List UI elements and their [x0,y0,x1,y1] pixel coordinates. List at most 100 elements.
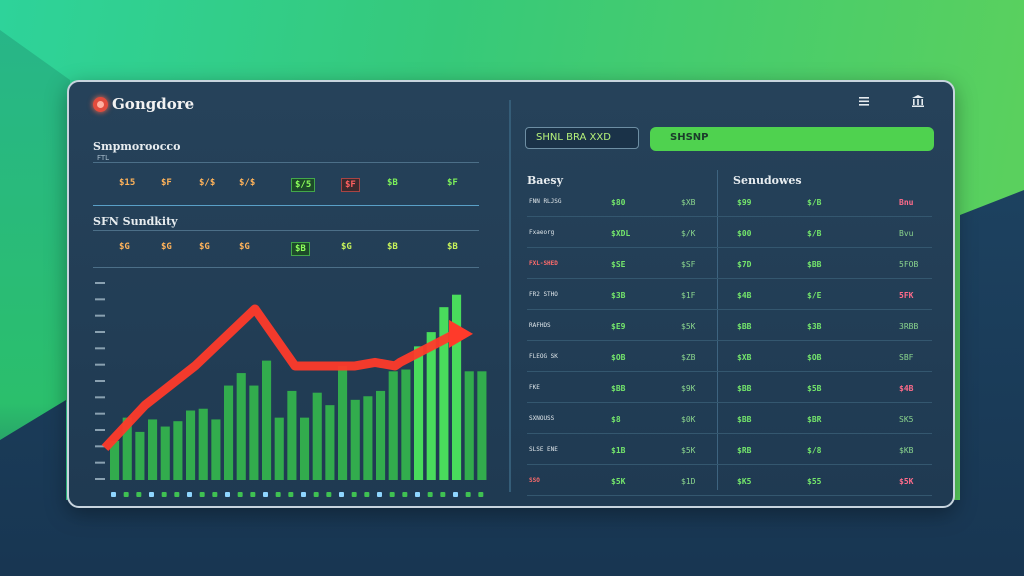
row-divider [527,402,932,403]
divider [93,230,479,231]
x-tick-marker [402,492,408,497]
table-cell: $5B [807,384,822,393]
table-cell: Bnu [899,198,914,207]
chart-bar [173,421,183,480]
table-cell: $3B [611,291,626,300]
y-tick-mark [95,314,105,317]
brand[interactable]: Gongdore [93,95,194,113]
x-tick-marker [465,492,471,497]
bar-chart [95,282,487,497]
table-cell: $8 [611,415,621,424]
x-tick-marker [326,492,332,497]
table-cell: $RB [737,446,752,455]
search-button[interactable]: SHSNP [650,127,934,151]
chart-bar [274,417,284,480]
table-cell: $5K [681,446,696,455]
y-tick-mark [95,461,105,464]
y-tick-mark [95,282,105,284]
table-cell: SSO [529,477,540,484]
table-cell: $7D [737,260,752,269]
table-cell: SXNOUSS [529,415,555,422]
table-cell: $4B [737,291,752,300]
x-tick-marker [415,492,420,497]
table-cell: $1B [611,446,626,455]
section1-subtitle: FTL [97,154,110,162]
bank-icon[interactable] [909,94,927,112]
chart-bar [249,385,259,480]
table-cell: $/B [807,198,822,207]
x-tick-marker [237,492,243,497]
column-divider [717,170,718,490]
y-tick-mark [95,298,105,301]
table-cell: $BB [737,415,752,424]
table-cell: Bvu [899,229,914,238]
ticker-value: $B [291,242,310,256]
table-cell: $/K [681,229,696,238]
x-tick-marker [250,492,256,497]
x-tick-marker [313,492,319,497]
x-tick-marker [187,492,192,497]
table-cell: $SF [681,260,696,269]
brand-name: Gongdore [112,95,195,113]
chart-bar [148,419,158,480]
table-cell: $1F [681,291,696,300]
chart-bar [325,405,335,480]
table-cell: $80 [611,198,626,207]
chart-bar [300,417,310,480]
ticker-value: $G [119,242,130,252]
table-cell: $/E [807,291,822,300]
x-tick-marker [111,492,116,497]
table-cell: $KB [899,446,914,455]
ticker-value: $/$ [199,178,216,188]
chart-bar [338,365,348,480]
x-tick-marker [288,492,294,497]
ticker-value: $G [341,242,352,252]
chart-bar [376,390,386,480]
x-tick-marker [377,492,382,497]
table-cell: 5FK [899,291,914,300]
section1-title: Smpmoroocco [93,140,181,153]
table-cell: $XDL [611,229,631,238]
table-cell: $/8 [807,446,822,455]
table-cell: SK5 [899,415,914,424]
ticker-value: $G [199,242,210,252]
table-cell: $/B [807,229,822,238]
y-tick-mark [95,429,105,431]
table-cell: $4B [899,384,914,393]
chart-bar [350,399,360,480]
ticker-value: $B [447,242,458,252]
dashboard-window: Gongdore Smpmoroocco FTL $15 $F $/$ $/$ $/5 $… [67,80,955,508]
list-icon[interactable] [855,94,873,112]
row-divider [527,216,932,217]
y-tick-mark [95,412,105,415]
x-tick-marker [149,492,154,497]
logo-icon [93,96,108,112]
divider [93,205,479,206]
table-cell: FNN RLJSG [529,198,562,205]
search-input[interactable]: SHNL BRA XXD [525,127,639,149]
ticker-value: $G [239,242,250,252]
x-tick-marker [174,492,180,497]
divider [93,267,479,268]
divider [93,162,479,163]
table-cell: $0K [681,415,696,424]
chart-bar [401,369,411,480]
table-cell: $K5 [737,477,752,486]
table-cell: $BB [737,322,752,331]
y-tick-mark [95,478,105,480]
y-tick-mark [95,396,105,399]
chart-bar [464,371,474,480]
x-tick-marker [263,492,268,497]
table-head-2: Senudowes [733,174,802,187]
table-cell: $BB [737,384,752,393]
chart-bar [186,410,196,480]
table-head-1: Baesy [527,174,564,187]
x-tick-marker [212,492,218,497]
chart-bar [426,332,436,480]
chart-bar [135,431,145,480]
x-tick-marker [440,492,446,497]
row-divider [527,247,932,248]
chart-bar [477,371,487,480]
row-divider [527,371,932,372]
y-tick-mark [95,331,105,333]
